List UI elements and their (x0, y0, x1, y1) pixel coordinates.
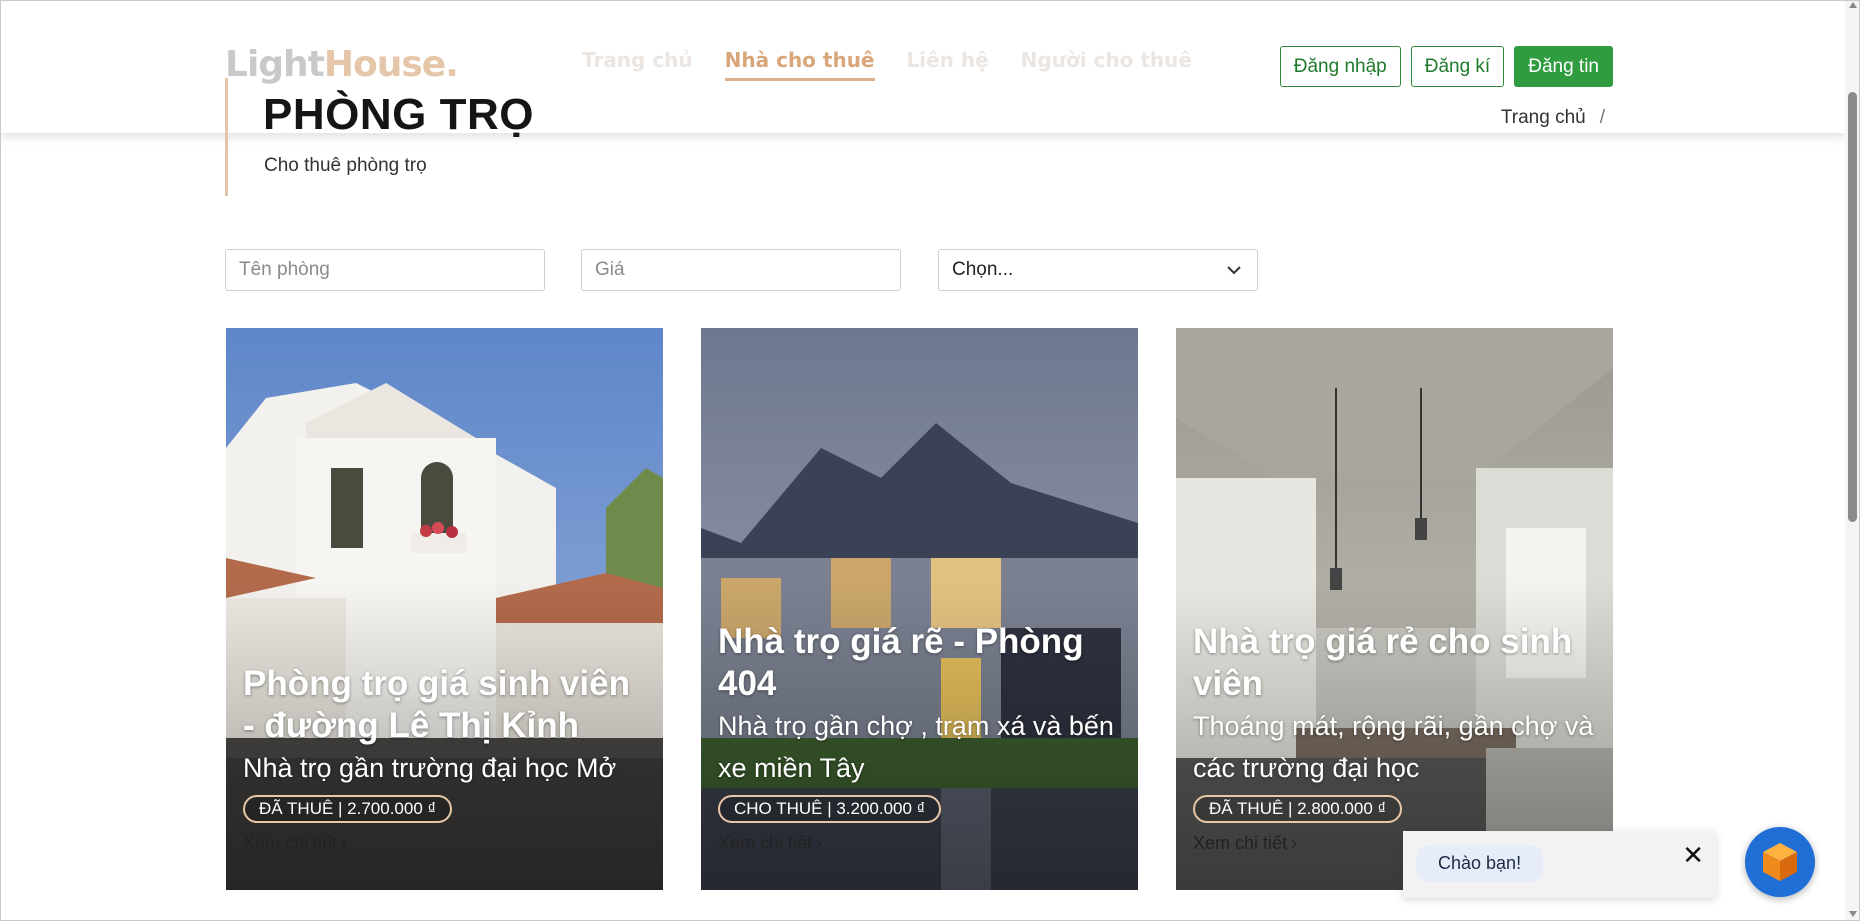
breadcrumb-separator: / (1599, 107, 1605, 128)
post-listing-button[interactable]: Đăng tin (1514, 46, 1613, 87)
nav-landlords[interactable]: Người cho thuê (1021, 48, 1192, 81)
breadcrumb-home[interactable]: Trang chủ (1501, 107, 1586, 128)
room-name-input[interactable] (225, 249, 545, 291)
view-details-label: Xem chi tiết (1193, 833, 1288, 853)
chevron-right-icon: › (1291, 833, 1298, 853)
page-subtitle: Cho thuê phòng trọ (264, 155, 427, 176)
breadcrumb: Trang chủ / (1501, 107, 1613, 129)
nav-home[interactable]: Trang chủ (582, 48, 693, 81)
status-price-badge: CHO THUÊ | 3.200.000 ₫ (718, 795, 942, 823)
chat-greeting[interactable]: Chào bạn! (1416, 845, 1544, 882)
chat-popup: Chào bạn! ✕ (1403, 831, 1716, 898)
close-icon[interactable]: ✕ (1682, 843, 1704, 869)
nav-contact[interactable]: Liên hệ (907, 48, 989, 81)
listing-description: Nhà trọ gần chợ , trạm xá và bến xe miền… (718, 711, 1114, 783)
scrollbar-thumb[interactable] (1848, 92, 1857, 522)
listing-card[interactable]: Nhà trọ giá rẻ cho sinh viên Thoáng mát,… (1176, 328, 1613, 890)
price-input[interactable] (581, 249, 901, 291)
category-select-value: Chọn... (952, 259, 1014, 280)
view-details-label: Xem chi tiết (243, 833, 338, 853)
listing-title[interactable]: Phòng trọ giá sinh viên - đường Lê Thị K… (243, 663, 651, 747)
listing-card[interactable]: Phòng trọ giá sinh viên - đường Lê Thị K… (226, 328, 663, 890)
view-details-link[interactable]: Xem chi tiết › (718, 833, 1126, 854)
main-nav: Trang chủ Nhà cho thuê Liên hệ Người cho… (582, 48, 1192, 81)
listing-description: Nhà trọ gần trường đại học Mở (243, 753, 617, 783)
cube-logo-icon (1763, 843, 1797, 881)
logo-light: Light (225, 44, 325, 85)
scroll-up-icon[interactable] (1849, 2, 1857, 8)
chat-launcher-button[interactable] (1745, 827, 1815, 897)
view-details-link[interactable]: Xem chi tiết › (243, 833, 651, 854)
title-accent-bar (225, 78, 228, 196)
category-select[interactable]: Chọn... (938, 249, 1258, 291)
page-scrollbar[interactable] (1845, 0, 1860, 921)
page-title: PHÒNG TRỌ (263, 90, 534, 139)
logo-house: House. (323, 44, 459, 85)
site-logo[interactable]: LightHouse. (225, 44, 459, 85)
status-price-badge: ĐÃ THUÊ | 2.700.000 ₫ (243, 795, 453, 823)
view-details-label: Xem chi tiết (718, 833, 813, 853)
scroll-down-icon[interactable] (1849, 911, 1857, 917)
status-price-badge: ĐÃ THUÊ | 2.800.000 ₫ (1193, 795, 1403, 823)
login-button[interactable]: Đăng nhập (1279, 46, 1401, 87)
listing-title[interactable]: Nhà trọ giá rẽ - Phòng 404 (718, 621, 1126, 705)
auth-buttons: Đăng nhập Đăng kí Đăng tin (1279, 46, 1613, 87)
chevron-right-icon: › (816, 833, 823, 853)
listing-description: Thoáng mát, rộng rãi, gần chợ và các trư… (1193, 711, 1594, 783)
listing-title[interactable]: Nhà trọ giá rẻ cho sinh viên (1193, 621, 1601, 705)
register-button[interactable]: Đăng kí (1410, 46, 1505, 87)
listing-card[interactable]: Nhà trọ giá rẽ - Phòng 404 Nhà trọ gần c… (701, 328, 1138, 890)
chevron-down-icon (1227, 266, 1241, 275)
nav-rentals[interactable]: Nhà cho thuê (724, 48, 875, 81)
chevron-right-icon: › (341, 833, 348, 853)
